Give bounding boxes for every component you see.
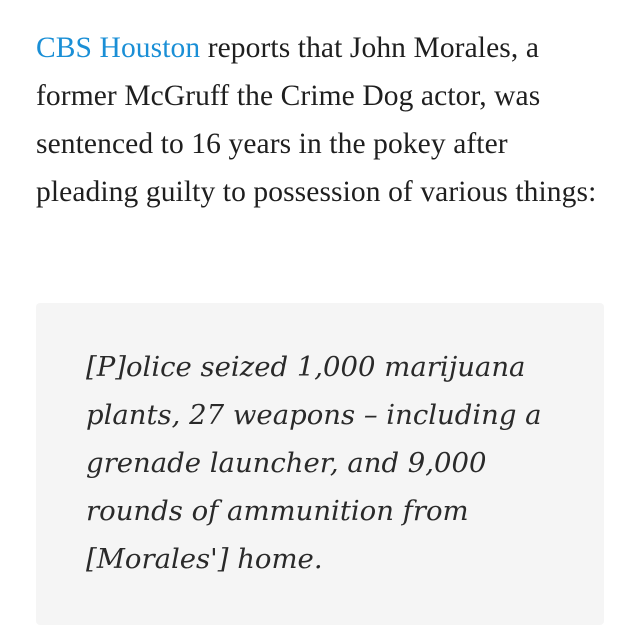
blockquote: [P]olice seized 1,000 marijuana plants, …	[36, 303, 604, 625]
intro-paragraph: CBS Houston reports that John Morales, a…	[36, 0, 604, 216]
blockquote-text: [P]olice seized 1,000 marijuana plants, …	[86, 351, 542, 575]
cbs-houston-link[interactable]: CBS Houston	[36, 32, 200, 64]
article-body: CBS Houston reports that John Morales, a…	[36, 0, 604, 216]
